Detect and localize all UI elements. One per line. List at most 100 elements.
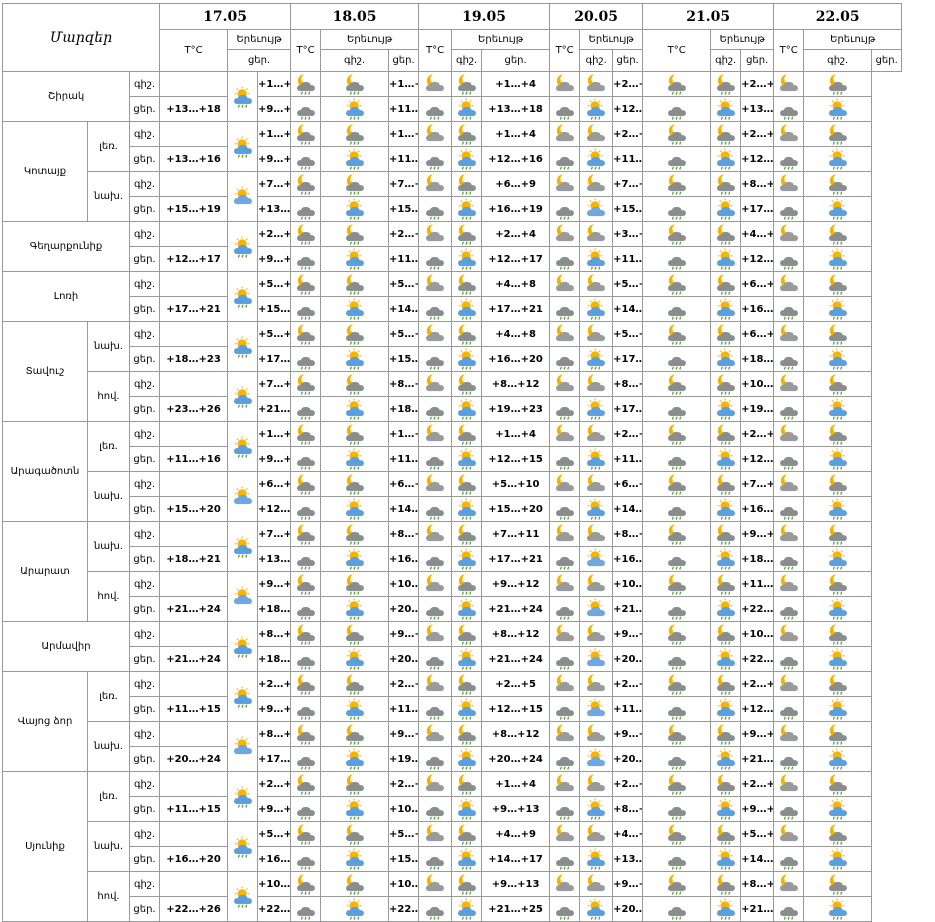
day-label: ցեր.: [130, 897, 160, 922]
day-temp: +12…+15: [482, 447, 550, 472]
cloud-rain-icon: [419, 847, 451, 871]
day-temp: +12…+15: [741, 447, 774, 472]
sun-rain-icon: [452, 747, 481, 771]
region-name: Արմավիր: [3, 622, 130, 672]
weather-icon-cell: [711, 572, 741, 597]
table-row: ցեր.+18…+23+17…+20+15…+18+16…+20+17…+20+…: [3, 347, 935, 372]
night-temp: [160, 822, 228, 847]
night-temp: +7…+11: [258, 372, 291, 397]
table-row: հով.գիշ.+10…+14+10…+14+9…+13+9…+13+8…+12: [3, 872, 935, 897]
day-temp: +11…+16: [160, 447, 228, 472]
weather-icon-cell: [419, 747, 452, 772]
day-temp: +18…+22: [741, 547, 774, 572]
night-label: գիշ.: [130, 872, 160, 897]
moon-rain-icon: [452, 122, 481, 146]
moon-rain-icon: [321, 472, 388, 496]
night-label: գիշ.: [130, 522, 160, 547]
table-row: ցեր.+15…+19+13…+16+15…+18+16…+19+15…+18+…: [3, 197, 935, 222]
night-temp: +5…+8: [613, 322, 643, 347]
night-temp: +8…+13: [613, 372, 643, 397]
day-temp: +16…+20: [258, 847, 291, 872]
weather-icon-cell: [580, 547, 613, 572]
weather-icon-cell: [804, 172, 872, 197]
weather-icon-cell: [580, 222, 613, 247]
day-temp: +13…+16: [258, 197, 291, 222]
sun-rain-icon: [452, 647, 481, 671]
weather-icon-cell: [419, 597, 452, 622]
weather-icon-cell: [291, 622, 321, 647]
night-temp: +2…+6: [258, 222, 291, 247]
sun-rain-icon: [804, 197, 871, 221]
night-temp: +7…+11: [258, 522, 291, 547]
moon-rain-icon: [804, 472, 871, 496]
day-temp: +11…+15: [389, 147, 419, 172]
moon-cloud-icon: [419, 422, 451, 446]
weather-icon-cell: [550, 622, 580, 647]
moon-cloud-icon: [580, 572, 612, 596]
night-temp: +1…+5: [389, 122, 419, 147]
moon-cloud-icon: [774, 422, 803, 446]
moon-cloud-icon: [774, 372, 803, 396]
night-temp: +9…+13: [482, 872, 550, 897]
sun-rain-icon: [228, 335, 257, 359]
weather-icon-cell: [643, 347, 711, 372]
cloud-rain-icon: [550, 197, 579, 221]
night-temp: +2…+5: [613, 772, 643, 797]
weather-icon-cell: [580, 347, 613, 372]
weather-icon-cell: [228, 472, 258, 522]
moon-cloud-icon: [774, 522, 803, 546]
weather-icon-cell: [452, 572, 482, 597]
weather-icon-cell: [774, 97, 804, 122]
day-label: ցեր.: [130, 847, 160, 872]
moon-rain-icon: [643, 472, 710, 496]
moon-cloud-icon: [550, 722, 579, 746]
weather-icon-cell: [452, 647, 482, 672]
weather-icon-cell: [452, 497, 482, 522]
night-temp: +8…+12: [482, 622, 550, 647]
cloud-rain-icon: [419, 697, 451, 721]
weather-icon-cell: [550, 722, 580, 747]
weather-icon-cell: [321, 122, 389, 147]
day-temp: +11…+16: [389, 247, 419, 272]
night-temp: +4…+8: [482, 272, 550, 297]
day-temp: +12…+16: [741, 247, 774, 272]
weather-icon-cell: [711, 147, 741, 172]
sun-rain-icon: [711, 647, 740, 671]
moon-rain-icon: [291, 172, 320, 196]
moon-rain-icon: [452, 322, 481, 346]
cloud-rain-icon: [643, 847, 710, 871]
night-temp: +6…+11: [389, 472, 419, 497]
weather-icon-cell: [804, 697, 872, 722]
weather-icon-cell: [452, 172, 482, 197]
weather-icon-cell: [550, 572, 580, 597]
moon-rain-icon: [321, 122, 388, 146]
weather-icon-cell: [774, 372, 804, 397]
sun-rain-icon: [580, 447, 612, 471]
weather-icon-cell: [291, 672, 321, 697]
weather-icon-cell: [580, 822, 613, 847]
night-temp: +7…+12: [741, 472, 774, 497]
night-temp: [160, 172, 228, 197]
sun-rain-icon: [804, 297, 871, 321]
night-temp: [160, 572, 228, 597]
sun-cloud-icon: [228, 185, 257, 209]
weather-icon-cell: [774, 772, 804, 797]
cloud-rain-icon: [291, 247, 320, 271]
weather-icon-cell: [643, 422, 711, 447]
moon-rain-icon: [711, 522, 740, 546]
night-label: գիշ.: [130, 72, 160, 97]
night-temp: +2…+5: [389, 772, 419, 797]
weather-icon-cell: [228, 822, 258, 872]
weather-icon-cell: [711, 672, 741, 697]
moon-rain-icon: [711, 472, 740, 496]
night-temp: +5…+9: [741, 822, 774, 847]
weather-icon-cell: [804, 597, 872, 622]
day-temp: +13…+18: [482, 97, 550, 122]
sun-rain-icon: [711, 397, 740, 421]
weather-icon-cell: [774, 272, 804, 297]
moon-cloud-icon: [580, 372, 612, 396]
moon-cloud-icon: [419, 672, 451, 696]
day-temp: +12…+17: [482, 247, 550, 272]
weather-icon-cell: [550, 147, 580, 172]
day-temp: +16…+20: [389, 547, 419, 572]
